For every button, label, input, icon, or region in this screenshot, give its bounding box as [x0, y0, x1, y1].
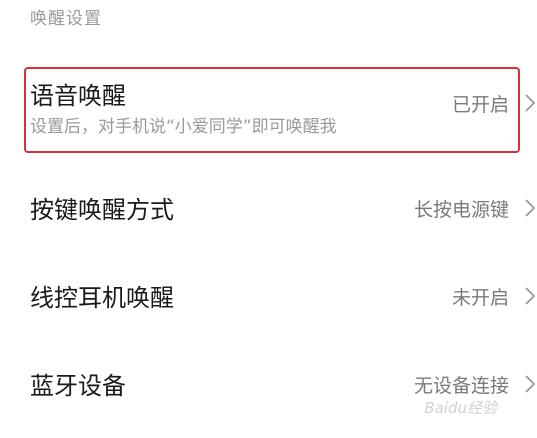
setting-title: 蓝牙设备: [30, 372, 126, 400]
setting-title: 按键唤醒方式: [30, 196, 174, 224]
section-title: 唤醒设置: [30, 9, 102, 29]
setting-row-wired-headset-wakeup[interactable]: 线控耳机唤醒 未开启: [0, 264, 537, 328]
setting-description: 设置后，对手机说“小爱同学”即可唤醒我: [30, 117, 337, 137]
setting-title: 语音唤醒: [30, 82, 126, 110]
chevron-right-icon: [519, 373, 537, 395]
setting-title: 线控耳机唤醒: [30, 284, 174, 312]
setting-value: 已开启: [451, 94, 509, 116]
setting-row-bluetooth-device[interactable]: 蓝牙设备 无设备连接: [0, 352, 537, 416]
setting-value: 无设备连接: [413, 375, 509, 397]
chevron-right-icon: [519, 92, 537, 114]
setting-value: 未开启: [451, 287, 509, 309]
setting-row-voice-wakeup[interactable]: 语音唤醒 设置后，对手机说“小爱同学”即可唤醒我 已开启: [0, 66, 537, 156]
chevron-right-icon: [519, 285, 537, 307]
setting-value: 长按电源键: [413, 199, 509, 221]
chevron-right-icon: [519, 197, 537, 219]
setting-row-key-wakeup[interactable]: 按键唤醒方式 长按电源键: [0, 176, 537, 240]
